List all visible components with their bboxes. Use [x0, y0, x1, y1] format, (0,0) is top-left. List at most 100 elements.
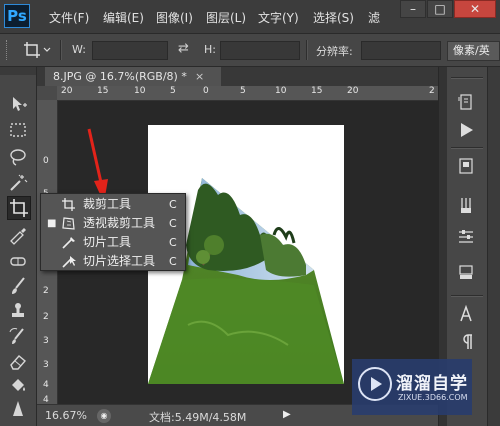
layers-icon[interactable]	[455, 261, 479, 283]
character-icon[interactable]	[455, 303, 479, 325]
properties-icon[interactable]	[455, 155, 479, 177]
ruler-tick: 10	[134, 86, 146, 96]
swap-dimensions-icon[interactable]: ⇄	[178, 41, 189, 56]
menu-file[interactable]: 文件(F)	[49, 9, 89, 26]
eraser-tool-icon[interactable]	[7, 350, 31, 374]
ruler-tick: 4	[43, 395, 49, 404]
status-menu-arrow-icon[interactable]: ▶	[283, 409, 291, 420]
tab-close-icon[interactable]: ×	[195, 67, 209, 86]
tools-panel-header[interactable]	[0, 67, 36, 75]
menu-filter[interactable]: 滤	[368, 9, 380, 26]
crop-icon	[61, 197, 76, 212]
menu-bar: Ps 文件(F) 编辑(E) 图像(I) 图层(L) 文字(Y) 选择(S) 滤…	[0, 0, 500, 34]
crop-tool-icon[interactable]	[7, 196, 31, 220]
actions-play-icon[interactable]	[455, 119, 479, 141]
selected-bullet-icon: ■	[47, 218, 57, 229]
watermark-title: 溜溜自学	[396, 374, 468, 394]
flyout-item-label: 透视裁剪工具	[83, 216, 156, 230]
menu-type[interactable]: 文字(Y)	[258, 9, 299, 26]
ps-logo: Ps	[4, 4, 30, 28]
move-tool-icon[interactable]	[7, 93, 31, 117]
minimize-icon[interactable]: –	[400, 0, 426, 18]
ruler-tick: 3	[43, 336, 49, 346]
dock-divider	[451, 147, 483, 149]
ruler-tick: 20	[61, 86, 73, 96]
menu-layer[interactable]: 图层(L)	[206, 9, 246, 26]
zoom-level[interactable]: 16.67%	[45, 409, 87, 422]
crop-preset-icon[interactable]	[22, 40, 52, 60]
flyout-item-slice[interactable]: 切片工具 C	[41, 233, 185, 252]
ruler-tick: 4	[43, 380, 49, 390]
flyout-item-shortcut: C	[169, 255, 177, 268]
horizontal-ruler[interactable]: 20 15 10 5 0 5 10 15 20 2	[57, 86, 438, 101]
flyout-item-crop[interactable]: 裁剪工具 C	[41, 195, 185, 214]
perspective-crop-icon	[61, 216, 76, 231]
paint-bucket-tool-icon[interactable]	[7, 374, 31, 398]
history-panel-icon[interactable]	[455, 91, 479, 113]
right-panel-collapsed-strip[interactable]	[487, 67, 500, 426]
options-bar: W: ⇄ H: 分辨率: 像素/英	[0, 34, 500, 67]
ruler-tick: 0	[43, 156, 49, 166]
status-info-icon[interactable]: ◉	[97, 409, 111, 423]
flyout-item-label: 裁剪工具	[83, 197, 132, 211]
separator	[60, 40, 62, 60]
sharpen-tool-icon[interactable]	[7, 398, 31, 422]
dock-divider	[451, 295, 483, 297]
restore-icon[interactable]: □	[427, 0, 453, 18]
watermark: 溜溜自学 ZIXUE.3D66.COM	[352, 359, 472, 415]
resolution-input[interactable]	[361, 41, 441, 60]
document-tab-bar: 8.JPG @ 16.7%(RGB/8) * ×	[37, 67, 438, 86]
document-tab-title: 8.JPG @ 16.7%(RGB/8) *	[53, 70, 187, 83]
spot-healing-tool-icon[interactable]	[7, 250, 31, 274]
watermark-play-icon	[358, 367, 392, 401]
tools-panel	[0, 67, 37, 426]
clone-stamp-tool-icon[interactable]	[7, 300, 31, 324]
ruler-corner	[37, 86, 57, 100]
photoshop-window: Ps 文件(F) 编辑(E) 图像(I) 图层(L) 文字(Y) 选择(S) 滤…	[0, 0, 500, 426]
menu-image[interactable]: 图像(I)	[156, 9, 193, 26]
marquee-tool-icon[interactable]	[7, 119, 31, 143]
flyout-item-perspective-crop[interactable]: ■ 透视裁剪工具 C	[41, 214, 185, 233]
menu-select[interactable]: 选择(S)	[313, 9, 354, 26]
width-input[interactable]	[92, 41, 168, 60]
flyout-item-label: 切片工具	[83, 235, 132, 249]
ruler-tick: 2	[43, 312, 49, 322]
history-brush-tool-icon[interactable]	[7, 326, 31, 350]
menu-edit[interactable]: 编辑(E)	[103, 9, 144, 26]
lasso-tool-icon[interactable]	[7, 146, 31, 170]
flyout-item-label: 切片选择工具	[83, 254, 156, 268]
window-controls: – □ ✕	[399, 0, 496, 20]
crop-tool-flyout: 裁剪工具 C ■ 透视裁剪工具 C 切片工具 C 切片选择工具 C	[40, 193, 186, 271]
ruler-tick: 3	[43, 360, 49, 370]
watermark-url: ZIXUE.3D66.COM	[398, 393, 468, 402]
adjustments-icon[interactable]	[455, 225, 479, 247]
ruler-tick: 20	[347, 86, 359, 96]
flyout-item-slice-select[interactable]: 切片选择工具 C	[41, 252, 185, 271]
width-label: W:	[72, 43, 86, 56]
slice-icon	[61, 235, 76, 250]
height-input[interactable]	[220, 41, 300, 60]
ruler-tick: 10	[275, 86, 287, 96]
magic-wand-tool-icon[interactable]	[7, 172, 31, 196]
height-label: H:	[204, 43, 216, 56]
document-tab[interactable]: 8.JPG @ 16.7%(RGB/8) * ×	[45, 67, 221, 86]
ruler-tick: 15	[311, 86, 323, 96]
resolution-label: 分辨率:	[316, 45, 353, 58]
eyedropper-tool-icon[interactable]	[7, 223, 31, 247]
resolution-unit-select[interactable]: 像素/英	[447, 41, 500, 61]
dock-divider	[451, 77, 483, 79]
options-grip-icon[interactable]	[6, 40, 10, 60]
ruler-tick: 2	[43, 286, 49, 296]
document-size: 文档:5.49M/4.58M	[149, 411, 247, 424]
paragraph-icon[interactable]	[455, 331, 479, 353]
separator	[306, 40, 308, 60]
ruler-tick: 5	[240, 86, 246, 96]
brush-presets-icon[interactable]	[455, 195, 479, 217]
flyout-item-shortcut: C	[169, 236, 177, 249]
close-icon[interactable]: ✕	[454, 0, 496, 18]
brush-tool-icon[interactable]	[7, 275, 31, 299]
flyout-item-shortcut: C	[169, 198, 177, 211]
ruler-tick: 5	[170, 86, 176, 96]
slice-select-icon	[61, 254, 76, 269]
ruler-tick: 0	[203, 86, 209, 96]
